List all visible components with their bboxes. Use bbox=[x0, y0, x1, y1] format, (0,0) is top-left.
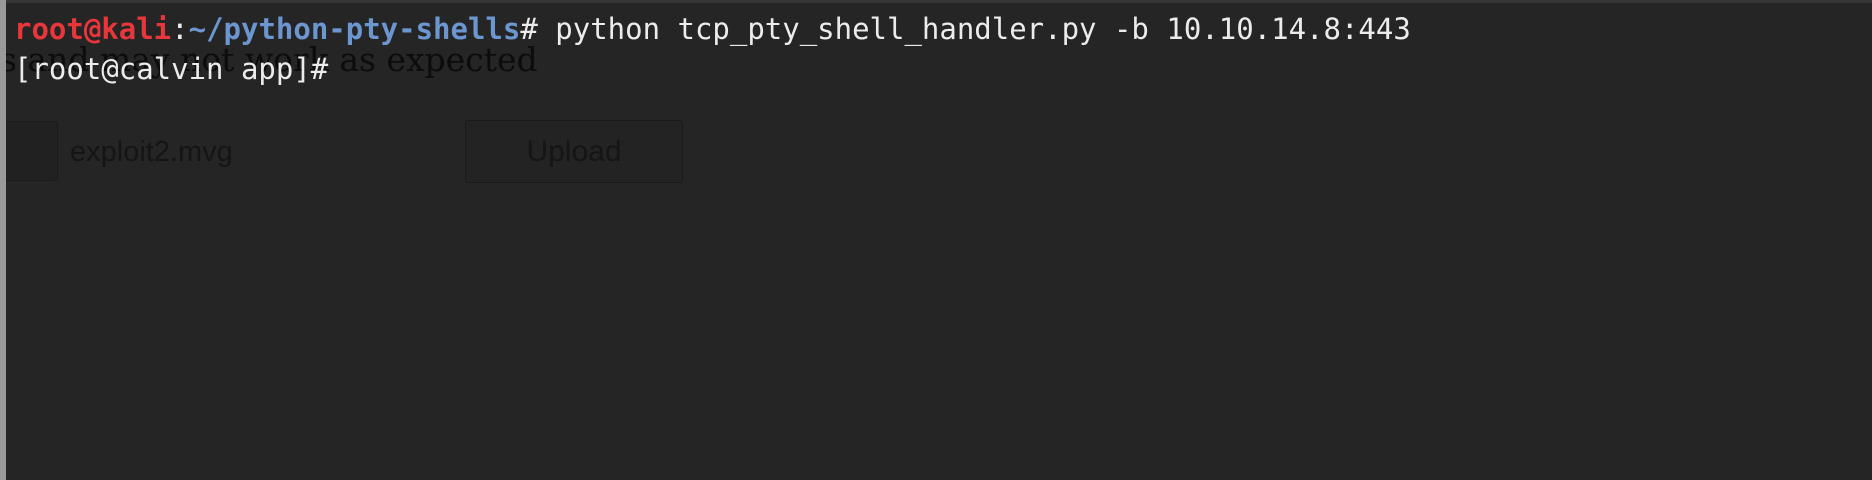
background-choose-file-button bbox=[6, 121, 58, 181]
window-left-border bbox=[0, 0, 6, 480]
prompt-path: ~/python-pty-shells bbox=[188, 12, 521, 46]
terminal-command-line: root@kali:~/python-pty-shells# python tc… bbox=[14, 12, 1411, 46]
remote-shell-prompt[interactable]: [root@calvin app]# bbox=[14, 52, 328, 86]
command-text: python tcp_pty_shell_handler.py -b 10.10… bbox=[537, 12, 1411, 46]
background-file-name: exploit2.mvg bbox=[70, 136, 233, 168]
prompt-user: root@kali bbox=[14, 12, 172, 46]
background-upload-button: Upload bbox=[465, 120, 683, 183]
prompt-hash: # bbox=[520, 12, 538, 46]
window-top-edge bbox=[6, 0, 1872, 3]
prompt-separator: : bbox=[171, 12, 189, 46]
terminal-window[interactable]: s and may not work as expected exploit2.… bbox=[6, 0, 1872, 480]
